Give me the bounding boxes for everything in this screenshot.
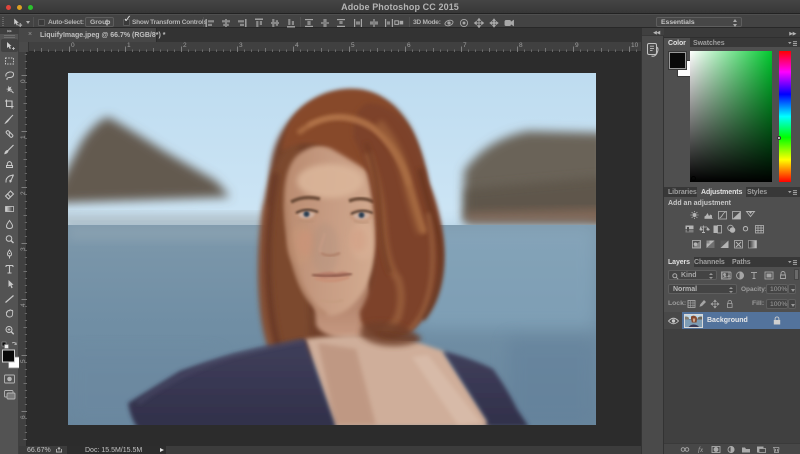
- svg-text:fx: fx: [698, 446, 704, 453]
